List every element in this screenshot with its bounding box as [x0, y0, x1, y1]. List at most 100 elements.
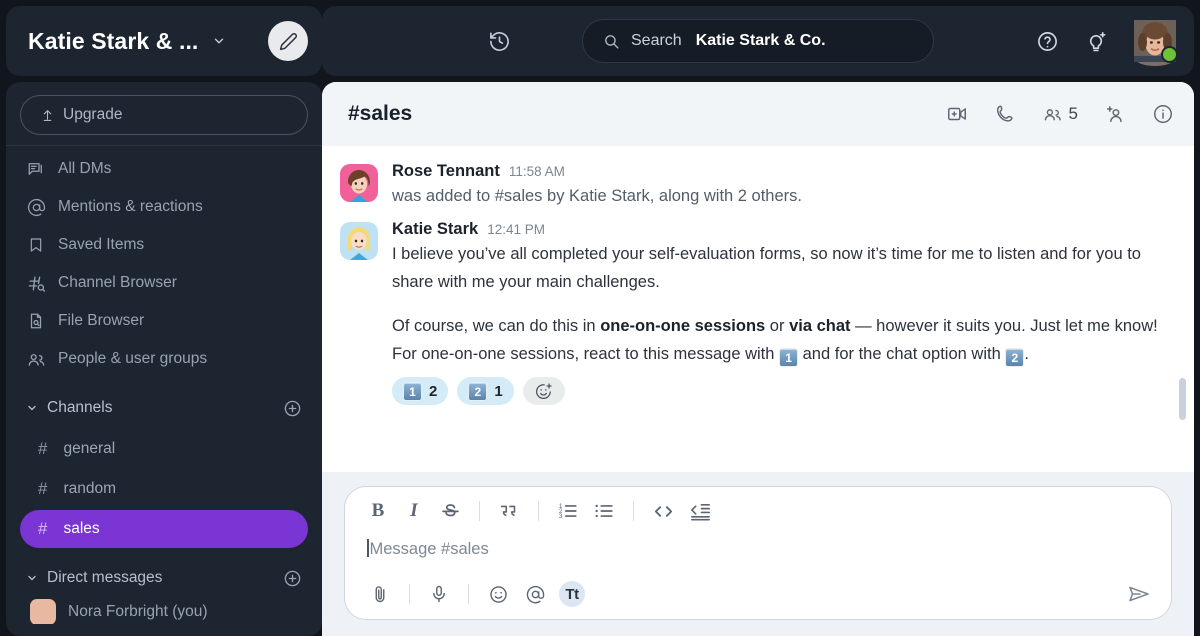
help-circle-icon[interactable]: [1036, 30, 1059, 53]
rose-tennant-avatar[interactable]: [340, 164, 378, 202]
channel-header: #sales 5: [322, 82, 1194, 146]
bold-button[interactable]: B: [367, 499, 389, 523]
sidebar-item-label: Saved Items: [58, 236, 145, 253]
bold-segment: via chat: [789, 317, 851, 335]
add-member-icon[interactable]: [1104, 103, 1126, 125]
video-call-icon[interactable]: [946, 103, 968, 125]
sidebar-channel-general[interactable]: # general: [20, 430, 308, 468]
message-author[interactable]: Rose Tennant: [392, 162, 500, 181]
sidebar-item-file-browser[interactable]: File Browser: [16, 302, 312, 340]
channel-search-icon: [26, 274, 46, 293]
sidebar-channel-sales[interactable]: # sales: [20, 510, 308, 548]
message-author[interactable]: Katie Stark: [392, 220, 478, 239]
upgrade-button[interactable]: Upgrade: [20, 95, 308, 135]
chevron-down-icon[interactable]: [212, 34, 226, 48]
user-avatar[interactable]: [1134, 20, 1178, 66]
text-formatting-button[interactable]: Tt: [559, 581, 585, 607]
sidebar-dm-item[interactable]: Nora Forbright (you): [16, 598, 312, 624]
search-label: Search: [631, 32, 682, 49]
attach-file-button[interactable]: [367, 581, 393, 607]
microphone-icon: [433, 585, 445, 603]
upgrade-label: Upgrade: [63, 106, 123, 123]
message-input[interactable]: Message #sales: [345, 531, 1171, 575]
text-segment: or: [765, 317, 790, 335]
sidebar-item-saved-items[interactable]: Saved Items: [16, 226, 312, 264]
dm-section-header[interactable]: Direct messages: [16, 558, 312, 598]
message-text: I believe you’ve all completed your self…: [392, 240, 1164, 368]
blockquote-button[interactable]: [498, 499, 520, 523]
chevron-down-icon[interactable]: [26, 572, 38, 584]
italic-button[interactable]: I: [403, 499, 425, 523]
keycap-two-emoji: 2: [468, 381, 488, 401]
reaction-chip[interactable]: 1 2: [392, 377, 449, 405]
katie-stark-avatar[interactable]: [340, 222, 378, 260]
record-audio-button[interactable]: [426, 581, 452, 607]
bookmark-icon: [26, 237, 46, 253]
code-block-button[interactable]: [689, 499, 712, 523]
emoji-icon: [489, 585, 507, 603]
status-badge: [1161, 46, 1178, 63]
info-circle-icon[interactable]: [1152, 103, 1174, 125]
text-segment: Of course, we can do this in: [392, 317, 601, 335]
emoji-button[interactable]: [485, 581, 511, 607]
bulleted-list-button[interactable]: [593, 499, 615, 523]
composer-area: B I 123 Message #sales Tt: [322, 472, 1194, 636]
inline-code-button[interactable]: [652, 499, 675, 523]
keycap-two-emoji: 2: [1005, 348, 1025, 367]
dm-item-label: Nora Forbright (you): [68, 603, 208, 620]
phone-call-icon[interactable]: [994, 103, 1016, 125]
search-input[interactable]: Search Katie Stark & Co.: [582, 19, 934, 63]
members-icon: [1042, 104, 1063, 125]
channel-label: general: [63, 440, 116, 457]
chevron-down-icon[interactable]: [26, 402, 38, 414]
upgrade-arrow-icon: [41, 108, 54, 122]
channels-section-header[interactable]: Channels: [16, 388, 312, 428]
sidebar: Upgrade All DMs Mentions & reactions Sav…: [6, 82, 322, 636]
formatting-toolbar: B I 123: [345, 487, 1171, 531]
add-reaction-button[interactable]: [522, 377, 565, 405]
sidebar-channel-random[interactable]: # random: [20, 470, 308, 508]
strikethrough-button[interactable]: [439, 499, 461, 523]
sidebar-item-channel-browser[interactable]: Channel Browser: [16, 264, 312, 302]
message-paragraph: I believe you’ve all completed your self…: [392, 245, 1141, 291]
workspace-header[interactable]: Katie Stark & ...: [6, 6, 322, 76]
compose-message-button[interactable]: [268, 21, 308, 61]
sidebar-item-label: All DMs: [58, 160, 112, 177]
text-segment: and for the chat option with: [798, 345, 1006, 363]
composer-actions: Tt: [345, 575, 1171, 619]
main-panel: #sales 5 Rose Tennant 11:58 AM was added…: [322, 82, 1194, 636]
reaction-chip[interactable]: 2 1: [457, 377, 514, 405]
top-bar-actions: [1036, 20, 1194, 66]
mention-button[interactable]: [522, 581, 548, 607]
channel-label: sales: [63, 520, 100, 537]
sidebar-item-label: Mentions & reactions: [58, 198, 203, 215]
all-dms-icon: [26, 160, 46, 178]
left-column: Katie Stark & ... Upgrade All DMs Mentio…: [0, 0, 322, 636]
bold-segment: one-on-one sessions: [600, 317, 766, 335]
sidebar-item-people-user-groups[interactable]: People & user groups: [16, 340, 312, 378]
workspace-title: Katie Stark & ...: [28, 27, 199, 54]
sidebar-item-mentions-reactions[interactable]: Mentions & reactions: [16, 188, 312, 226]
send-message-button[interactable]: [1127, 582, 1151, 606]
lightbulb-sparkle-icon[interactable]: [1085, 30, 1108, 53]
sidebar-item-label: Channel Browser: [58, 274, 177, 291]
dm-section-label: Direct messages: [47, 569, 163, 586]
message-body: Rose Tennant 11:58 AM was added to #sale…: [392, 162, 1164, 210]
hash-icon: #: [38, 479, 48, 498]
at-mention-icon: [526, 585, 544, 603]
history-clock-icon[interactable]: [488, 30, 511, 53]
right-column: Search Katie Stark & Co. #sales 5 Rose T…: [322, 0, 1200, 636]
plus-circle-icon[interactable]: [283, 569, 302, 588]
ordered-list-button[interactable]: 123: [557, 499, 579, 523]
message-input-placeholder: Message #sales: [369, 540, 489, 558]
members-count[interactable]: 5: [1042, 104, 1078, 125]
svg-text:3: 3: [559, 513, 563, 520]
plus-circle-icon[interactable]: [283, 399, 302, 418]
page-title[interactable]: #sales: [348, 102, 412, 126]
toolbar-divider: [479, 501, 480, 521]
toolbar-divider: [468, 584, 469, 604]
sidebar-item-all-dms[interactable]: All DMs: [16, 150, 312, 188]
message-scrollbar[interactable]: [1179, 378, 1186, 420]
avatar: [30, 599, 56, 624]
message-composer[interactable]: B I 123 Message #sales Tt: [344, 486, 1172, 620]
